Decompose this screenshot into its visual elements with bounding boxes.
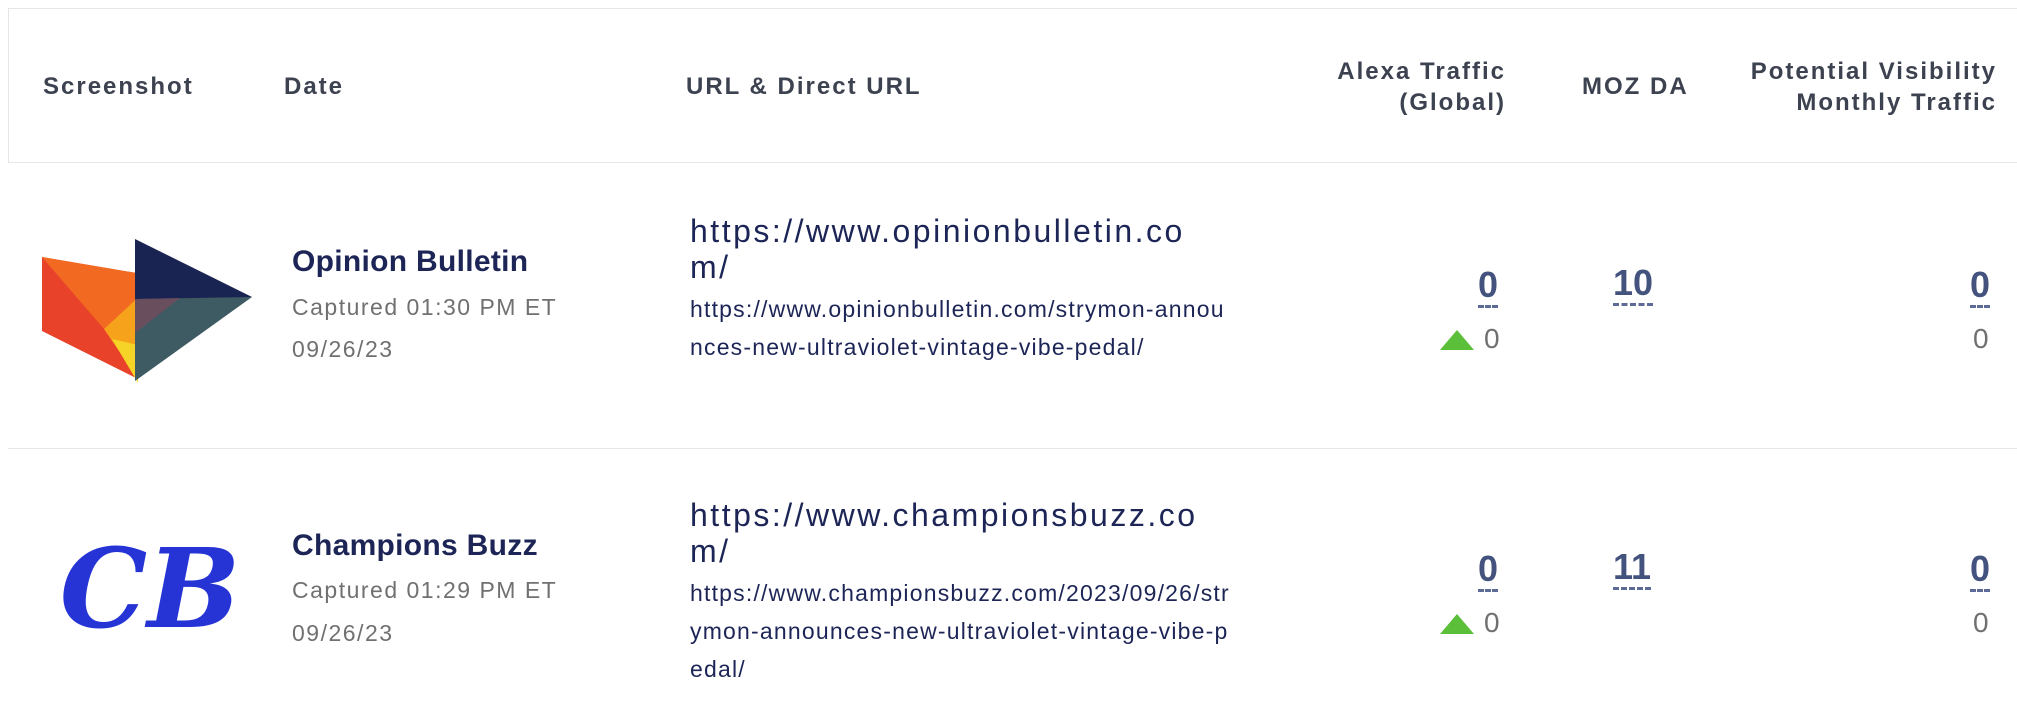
captured-date: 09/26/23 (292, 336, 394, 362)
svg-text:CB: CB (60, 524, 241, 653)
row-divider (8, 448, 2017, 449)
column-header-visibility[interactable]: Potential Visibility Monthly Traffic (1700, 56, 1997, 118)
visibility-sub-value: 0 (1973, 607, 1989, 638)
direct-url-link[interactable]: https://www.championsbuzz.com/2023/09/26… (690, 574, 1235, 688)
visibility-header-line1: Potential Visibility (1750, 58, 1997, 85)
alexa-traffic-value[interactable]: 0 (1478, 265, 1499, 308)
moz-da-value[interactable]: 10 (1613, 263, 1654, 306)
visibility-sub-value: 0 (1973, 323, 1989, 354)
column-header-url[interactable]: URL & Direct URL (686, 71, 922, 102)
alexa-traffic-change: 0 (1484, 607, 1500, 638)
site-url-link[interactable]: https://www.opinionbulletin.com/ (690, 213, 1210, 285)
direct-url-link[interactable]: https://www.opinionbulletin.com/strymon-… (690, 290, 1235, 366)
alexa-traffic-change: 0 (1484, 323, 1500, 354)
alexa-traffic-value[interactable]: 0 (1478, 549, 1499, 592)
column-header-screenshot[interactable]: Screenshot (43, 71, 194, 102)
visibility-value[interactable]: 0 (1970, 549, 1991, 592)
visibility-value[interactable]: 0 (1970, 265, 1991, 308)
site-url-link[interactable]: https://www.championsbuzz.com/ (690, 497, 1210, 569)
opinion-bulletin-logo-icon[interactable] (40, 233, 260, 393)
coverage-table: Screenshot Date URL & Direct URL Alexa T… (0, 0, 2017, 728)
trend-up-icon (1440, 330, 1474, 350)
site-name[interactable]: Opinion Bulletin (292, 245, 528, 279)
column-header-date[interactable]: Date (284, 71, 344, 102)
captured-time: Captured 01:29 PM ET (292, 577, 558, 603)
visibility-header-line2: Monthly Traffic (1796, 89, 1997, 116)
column-header-alexa-traffic[interactable]: Alexa Traffic (Global) (1250, 56, 1506, 118)
champions-buzz-logo-icon[interactable]: CB (40, 517, 260, 677)
captured-time: Captured 01:30 PM ET (292, 294, 558, 320)
moz-da-value[interactable]: 11 (1613, 547, 1652, 590)
trend-up-icon (1440, 614, 1474, 634)
column-header-moz-da[interactable]: MOZ DA (1582, 71, 1689, 102)
alexa-header-line2: (Global) (1399, 89, 1506, 116)
captured-date: 09/26/23 (292, 620, 394, 646)
alexa-header-line1: Alexa Traffic (1337, 58, 1506, 85)
site-name[interactable]: Champions Buzz (292, 529, 538, 563)
